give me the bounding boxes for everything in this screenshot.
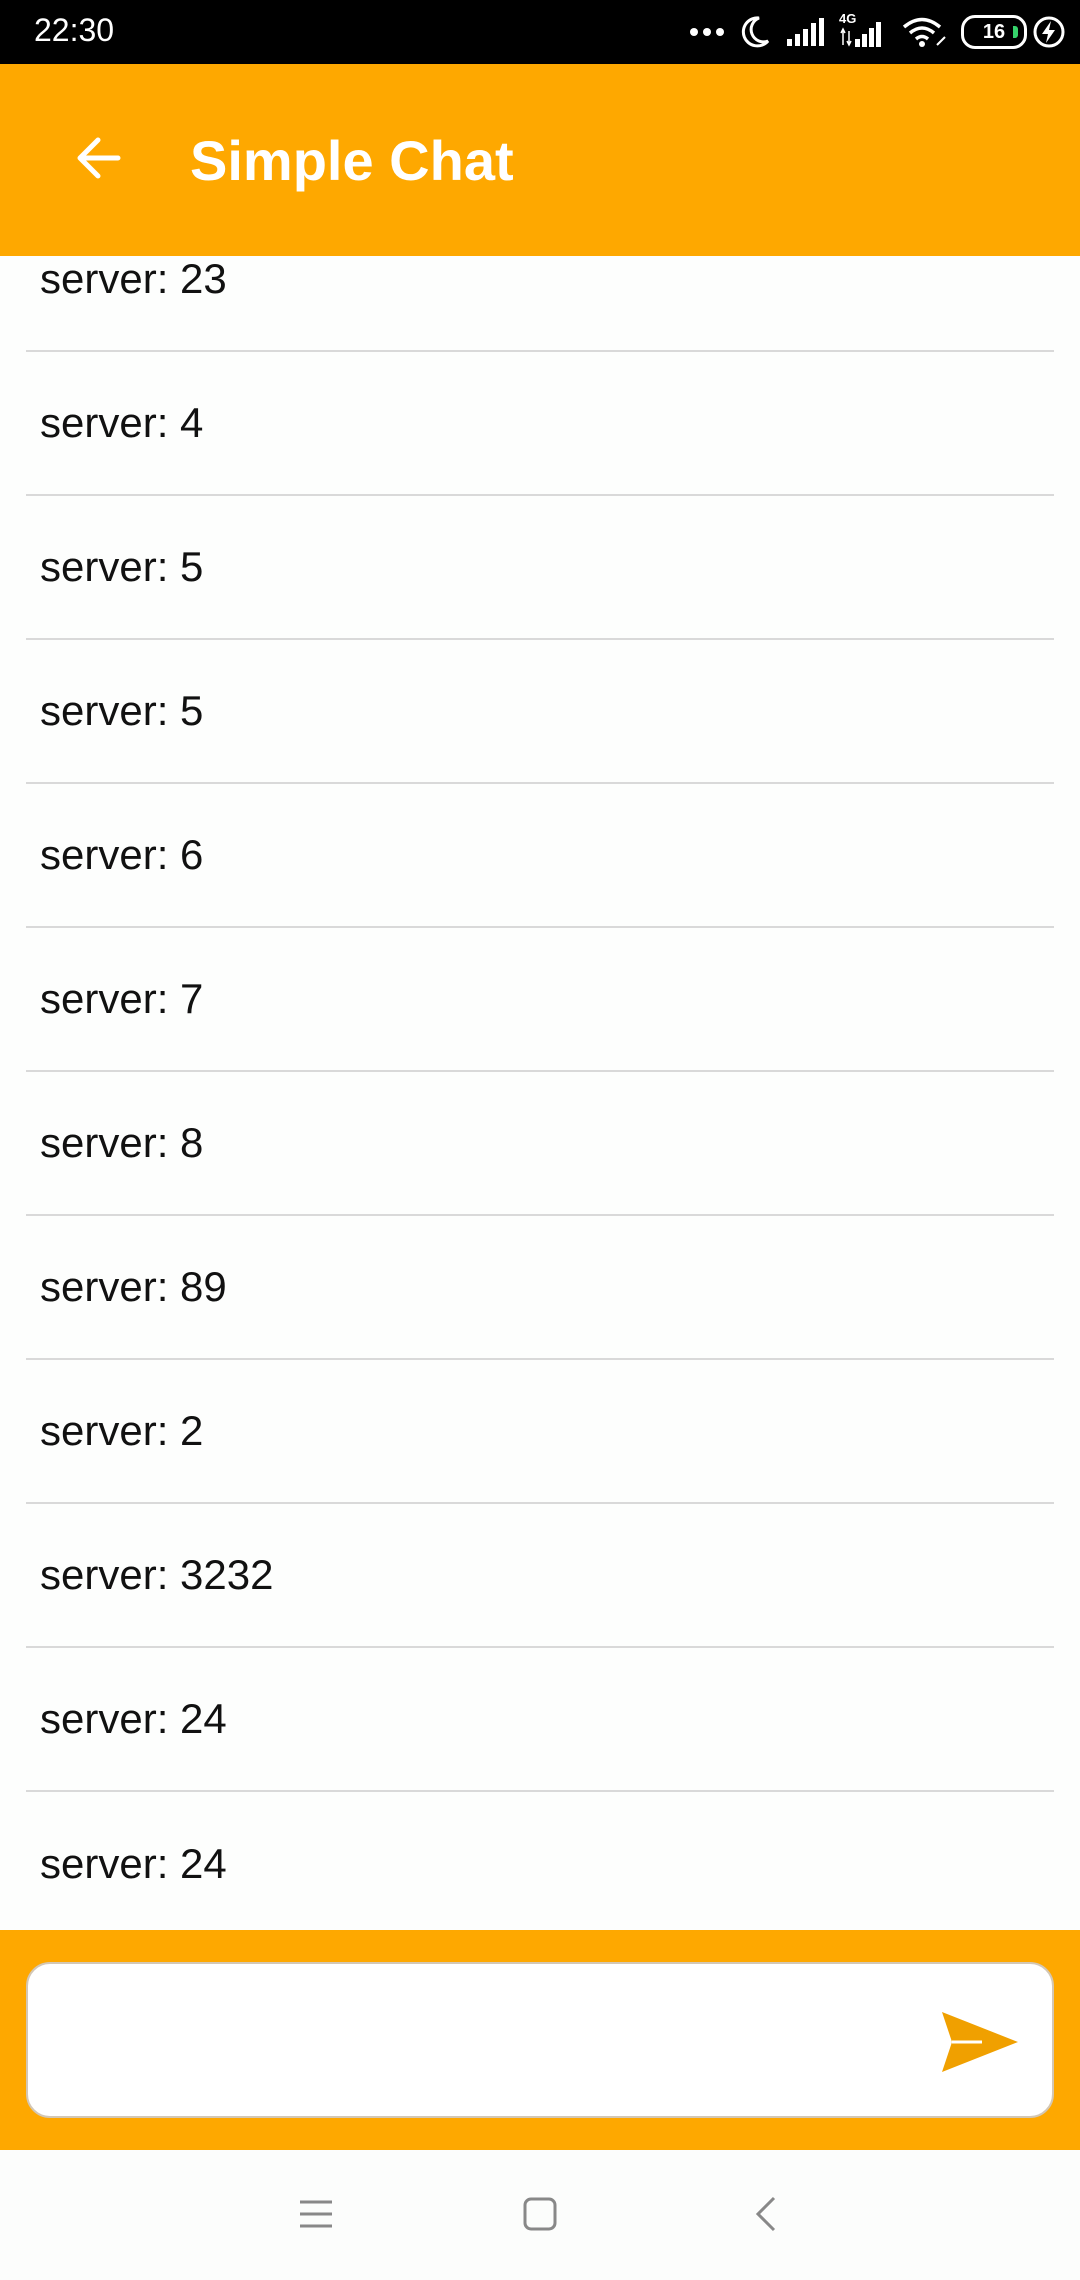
list-item[interactable]: server: 6 (26, 784, 1054, 928)
message-text: server: 5 (40, 687, 204, 734)
signal-icon (787, 18, 824, 46)
nav-back-button[interactable] (744, 2190, 792, 2238)
list-item[interactable]: server: 2 (26, 1360, 1054, 1504)
message-text: server: 4 (40, 399, 204, 446)
message-text: server: 5 (40, 543, 204, 590)
list-item[interactable]: server: 7 (26, 928, 1054, 1072)
message-text: server: 7 (40, 975, 204, 1022)
message-text: server: 3232 (40, 1551, 274, 1598)
battery-icon: 16 (961, 15, 1027, 49)
message-input[interactable] (56, 1994, 920, 2088)
system-nav-bar (0, 2150, 1080, 2280)
dots-icon (690, 28, 724, 36)
moon-icon (741, 16, 770, 48)
menu-button[interactable] (292, 2190, 340, 2238)
status-time: 22:30 (34, 12, 115, 48)
list-item[interactable]: server: 5 (26, 640, 1054, 784)
list-item[interactable]: server: 24 (26, 1792, 1054, 1930)
list-item[interactable]: server: 24 (26, 1648, 1054, 1792)
wifi-icon (902, 17, 946, 47)
home-icon (523, 2197, 557, 2231)
send-button[interactable] (938, 2006, 1022, 2078)
arrow-left-icon (77, 137, 121, 179)
app-bar: Simple Chat (0, 64, 1080, 256)
home-button[interactable] (516, 2190, 564, 2238)
list-item[interactable]: server: 23 (26, 256, 1054, 352)
charging-icon (1033, 16, 1065, 48)
list-item[interactable]: server: 8 (26, 1072, 1054, 1216)
list-item[interactable]: server: 89 (26, 1216, 1054, 1360)
menu-icon (300, 2200, 332, 2228)
list-item[interactable]: server: 4 (26, 352, 1054, 496)
back-icon (755, 2196, 776, 2232)
message-text: server: 2 (40, 1407, 204, 1454)
message-input-box[interactable] (26, 1962, 1054, 2118)
message-text: server: 24 (40, 1840, 227, 1887)
message-text: server: 23 (40, 256, 227, 302)
list-item[interactable]: server: 3232 (26, 1504, 1054, 1648)
message-list[interactable]: server: 23 server: 4 server: 5 server: 5… (0, 256, 1080, 1930)
status-icons: 4G 16 (689, 10, 1066, 54)
send-icon (942, 2012, 1018, 2072)
message-text: server: 6 (40, 831, 204, 878)
page-title: Simple Chat (190, 129, 514, 192)
battery-level: 16 (982, 20, 1006, 43)
message-text: server: 8 (40, 1119, 204, 1166)
status-bar: 22:30 4G 16 (0, 0, 1080, 64)
list-item[interactable]: server: 5 (26, 496, 1054, 640)
back-button[interactable] (56, 116, 140, 200)
signal-4g-icon: 4G (839, 11, 887, 49)
message-text: server: 24 (40, 1695, 227, 1742)
message-text: server: 89 (40, 1263, 227, 1310)
composer (0, 1930, 1080, 2150)
